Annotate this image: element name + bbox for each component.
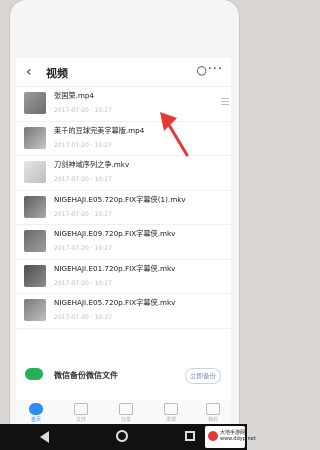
file-name: 张国荣.mp4: [54, 91, 94, 100]
watermark-logo-icon: [208, 431, 218, 441]
tab-files[interactable]: 文件: [69, 403, 93, 423]
list-item[interactable]: 张国荣.mp4 2017-07-20 · 10:27: [16, 87, 231, 122]
nav-home-icon[interactable]: [116, 430, 128, 442]
file-name: NIGEHAJI.E05.720p.FIX字幕侠(1).mkv: [54, 194, 186, 204]
video-thumbnail: [24, 230, 46, 252]
wechat-backup-banner[interactable]: 微信备份微信文件 立即备份: [16, 362, 231, 392]
file-list: 张国荣.mp4 2017-07-20 · 10:27 莱千的豆球完美字幕版.mp…: [16, 87, 231, 329]
profile-icon: [206, 403, 220, 415]
tab-share[interactable]: 分享: [114, 403, 138, 423]
list-item[interactable]: NIGEHAJI.E05.720p.FIX字幕侠.mkv 2017-07-20 …: [16, 294, 231, 329]
nav-back-icon[interactable]: [40, 431, 49, 443]
video-thumbnail: [24, 161, 46, 183]
video-thumbnail: [24, 195, 46, 218]
tab-label: 首页: [30, 417, 41, 423]
file-meta: 2017-07-20 · 10:27: [54, 107, 112, 114]
file-meta: 2017-07-20 · 10:27: [54, 176, 112, 183]
tab-label: 我的: [207, 417, 218, 423]
discover-icon: [164, 403, 178, 415]
list-item[interactable]: NIGEHAJI.E05.720p.FIX字幕侠(1).mkv 2017-07-…: [16, 191, 231, 225]
back-icon[interactable]: ‹: [26, 64, 32, 80]
file-meta: 2017-07-20 · 10:27: [54, 314, 112, 321]
more-icon[interactable]: ···: [208, 62, 223, 77]
tab-label: 分享: [120, 417, 131, 423]
tab-discover[interactable]: 发现: [159, 403, 183, 423]
tab-label: 发现: [165, 417, 176, 423]
video-thumbnail: [24, 264, 46, 287]
tab-label: 文件: [75, 417, 86, 423]
backup-text: 微信备份微信文件: [54, 371, 118, 380]
file-name: NIGEHAJI.E05.720p.FIX字幕侠.mkv: [54, 298, 176, 307]
file-meta: 2017-07-20 · 10:27: [54, 279, 112, 287]
list-item[interactable]: 刀剑神域序列之争.mkv 2017-07-20 · 10:27: [16, 156, 231, 191]
video-thumbnail: [24, 299, 46, 321]
video-thumbnail: [24, 92, 46, 114]
site-watermark: 大地手游网 www.ddyp.net: [205, 426, 256, 448]
wechat-icon: [25, 368, 43, 380]
file-name: 莱千的豆球完美字幕版.mp4: [54, 125, 145, 135]
list-item[interactable]: 莱千的豆球完美字幕版.mp4 2017-07-20 · 10:27: [16, 122, 231, 156]
share-icon: [119, 403, 133, 415]
file-name: NIGEHAJI.E01.720p.FIX字幕侠.mkv: [54, 263, 176, 273]
list-item[interactable]: NIGEHAJI.E09.720p.FIX字幕侠.mkv 2017-07-20 …: [16, 225, 231, 260]
file-meta: 2017-07-20 · 10:27: [54, 245, 112, 252]
bottom-tab-bar: 首页 文件 分享 发现 我的: [16, 400, 231, 424]
drag-handle-icon[interactable]: [221, 96, 229, 107]
file-name: NIGEHAJI.E09.720p.FIX字幕侠.mkv: [54, 229, 176, 238]
list-item[interactable]: NIGEHAJI.E01.720p.FIX字幕侠.mkv 2017-07-20 …: [16, 260, 231, 294]
page-title: 视频: [46, 67, 68, 80]
file-meta: 2017-07-20 · 10:27: [54, 210, 112, 218]
home-icon: [29, 403, 43, 415]
nav-recent-icon[interactable]: [185, 431, 195, 441]
app-screen: ‹ 视频 ○ ··· 张国荣.mp4 2017-07-20 · 10:27 莱千…: [16, 58, 231, 400]
search-icon[interactable]: ○: [197, 63, 207, 77]
backup-button[interactable]: 立即备份: [185, 368, 221, 384]
watermark-line2: www.ddyp.net: [220, 436, 256, 442]
folder-icon: [74, 403, 88, 415]
video-thumbnail: [24, 126, 46, 149]
file-meta: 2017-07-20 · 10:27: [54, 141, 112, 149]
file-name: 刀剑神域序列之争.mkv: [54, 160, 130, 169]
tab-home[interactable]: 首页: [24, 403, 48, 423]
phone-frame: ‹ 视频 ○ ··· 张国荣.mp4 2017-07-20 · 10:27 莱千…: [10, 0, 239, 450]
top-bar: ‹ 视频 ○ ···: [16, 58, 231, 87]
tab-profile[interactable]: 我的: [201, 403, 225, 423]
